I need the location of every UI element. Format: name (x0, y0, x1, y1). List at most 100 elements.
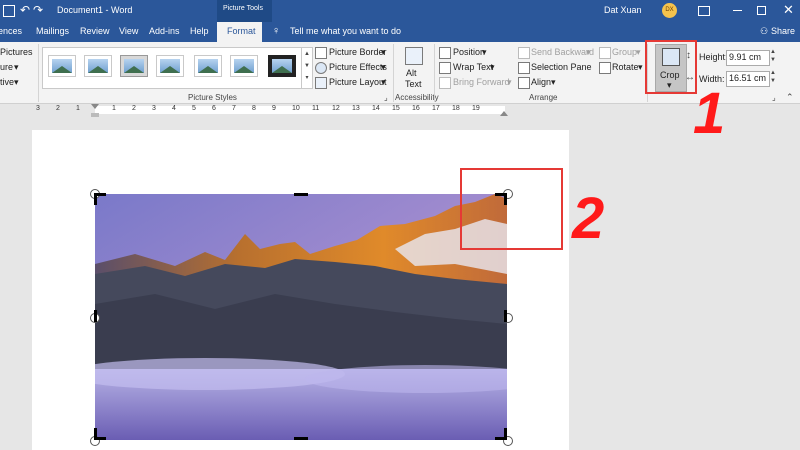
alt-text-icon (405, 47, 423, 65)
step-2-annotation: 2 (572, 186, 605, 251)
gallery-scroll[interactable]: ▲ ▼ ▾ (301, 47, 313, 89)
picture-style-thumbnail[interactable] (268, 55, 296, 77)
tell-me-search[interactable]: Tell me what you want to do (290, 26, 401, 36)
dropdown-arrow-icon: ▾ (636, 47, 641, 57)
ruler-number: 16 (412, 105, 420, 112)
bring-forward-button[interactable]: Bring Forward (453, 77, 510, 87)
indent-marker[interactable] (91, 104, 99, 109)
align-button[interactable]: Align (531, 77, 551, 87)
ruler-number: 2 (56, 105, 60, 112)
ruler-number: 1 (76, 105, 80, 112)
ruler-number: 12 (332, 105, 340, 112)
dialog-launcher-icon[interactable]: ⌟ (772, 93, 776, 102)
picture-border-icon (315, 47, 327, 59)
send-backward-button[interactable]: Send Backward (531, 47, 594, 57)
alt-text-button[interactable]: Alt (406, 68, 417, 78)
ruler-number: 15 (392, 105, 400, 112)
picture-effects-icon (315, 62, 327, 74)
redo-icon[interactable]: ↷ (33, 3, 43, 17)
ruler-number: 7 (232, 105, 236, 112)
crop-corner-highlight-box (460, 168, 563, 250)
tab-view[interactable]: View (119, 26, 138, 36)
undo-icon[interactable]: ↶ (20, 3, 30, 17)
reset-picture-button[interactable]: tive (0, 77, 14, 87)
tab-mailings[interactable]: Mailings (36, 26, 69, 36)
crop-handle-right[interactable] (504, 310, 507, 322)
width-field[interactable]: 16.51 cm (726, 71, 770, 87)
height-icon: ↕ (686, 50, 691, 61)
position-button[interactable]: Position (453, 47, 485, 57)
picture-style-thumbnail[interactable] (230, 55, 258, 77)
position-icon (439, 47, 451, 59)
tab-help[interactable]: Help (190, 26, 209, 36)
crop-handle-bottom-left[interactable] (94, 428, 97, 440)
crop-highlight-box (645, 40, 697, 94)
save-icon[interactable] (3, 5, 15, 17)
minimize-icon[interactable] (733, 10, 742, 11)
crop-handle-top[interactable] (294, 193, 308, 196)
avatar-initials: DX (665, 7, 674, 13)
compress-pictures-button[interactable]: Pictures (0, 47, 33, 57)
restore-icon[interactable] (757, 6, 766, 15)
user-name[interactable]: Dat Xuan (604, 5, 642, 15)
tab-format[interactable]: Format (217, 22, 262, 42)
tab-review[interactable]: Review (80, 26, 110, 36)
dropdown-arrow-icon: ▾ (381, 77, 386, 87)
ruler-number: 4 (172, 105, 176, 112)
height-value: 9.91 cm (729, 52, 762, 62)
picture-styles-group-label: Picture Styles (188, 93, 237, 102)
tab-add-ins[interactable]: Add-ins (149, 26, 180, 36)
picture-layout-icon (315, 77, 327, 89)
picture-effects-button[interactable]: Picture Effects (329, 62, 387, 72)
selection-pane-icon (518, 62, 530, 74)
height-field[interactable]: 9.91 cm (726, 50, 770, 66)
ruler-number: 6 (212, 105, 216, 112)
mountain-photo[interactable] (95, 194, 507, 440)
width-value: 16.51 cm (729, 73, 767, 83)
indent-marker[interactable] (91, 113, 99, 117)
lightbulb-icon: ♀ (272, 25, 281, 37)
crop-handle-top-left[interactable] (94, 193, 97, 205)
picture-border-button[interactable]: Picture Border (329, 47, 387, 57)
picture-style-thumbnail[interactable] (84, 55, 112, 77)
step-1-annotation: 1 (693, 81, 726, 146)
send-backward-icon (518, 47, 530, 59)
tab-format-label: Format (227, 26, 256, 36)
title-bar: ↶ ↷ Document1 - Word Dat Xuan DX ✕ (0, 0, 800, 22)
collapse-ribbon-icon[interactable]: ⌃ (786, 92, 794, 103)
close-icon[interactable]: ✕ (783, 2, 794, 18)
spin-icon[interactable]: ▲ ▼ (770, 69, 776, 85)
alt-text-button-line2[interactable]: Text (405, 79, 422, 89)
dropdown-arrow-icon: ▾ (638, 62, 643, 72)
spin-icon[interactable]: ▲ ▼ (770, 48, 776, 64)
picture-style-thumbnail[interactable] (120, 55, 148, 77)
ruler-number: 3 (152, 105, 156, 112)
rotate-button[interactable]: Rotate (612, 62, 639, 72)
crop-handle-left[interactable] (94, 310, 97, 322)
ribbon-tabs: ences Mailings Review View Add-ins Help … (0, 22, 800, 42)
dialog-launcher-icon[interactable]: ⌟ (384, 93, 388, 102)
ruler-number: 8 (252, 105, 256, 112)
ruler-number: 9 (272, 105, 276, 112)
selection-pane-button[interactable]: Selection Pane (531, 62, 592, 72)
group-button[interactable]: Group (612, 47, 637, 57)
avatar[interactable]: DX (662, 3, 677, 18)
dropdown-arrow-icon: ▾ (381, 62, 386, 72)
picture-tools-header: Picture Tools (217, 0, 272, 22)
ribbon-display-options-icon[interactable] (698, 6, 710, 16)
change-picture-button[interactable]: ure (0, 62, 13, 72)
picture-style-thumbnail[interactable] (48, 55, 76, 77)
ruler-number: 1 (112, 105, 116, 112)
share-button[interactable]: Share (771, 26, 795, 36)
crop-handle-bottom[interactable] (294, 437, 308, 440)
picture-tools-label: Picture Tools (223, 5, 263, 12)
wrap-text-button[interactable]: Wrap Text (453, 62, 493, 72)
crop-handle-bottom-right[interactable] (504, 428, 507, 440)
picture-layout-button[interactable]: Picture Layout (329, 77, 387, 87)
picture-style-thumbnail[interactable] (194, 55, 222, 77)
group-icon (599, 47, 611, 59)
picture-style-thumbnail[interactable] (156, 55, 184, 77)
indent-marker[interactable] (500, 111, 508, 116)
tab-references[interactable]: ences (0, 26, 22, 36)
share-icon[interactable]: ⚇ (760, 26, 768, 37)
